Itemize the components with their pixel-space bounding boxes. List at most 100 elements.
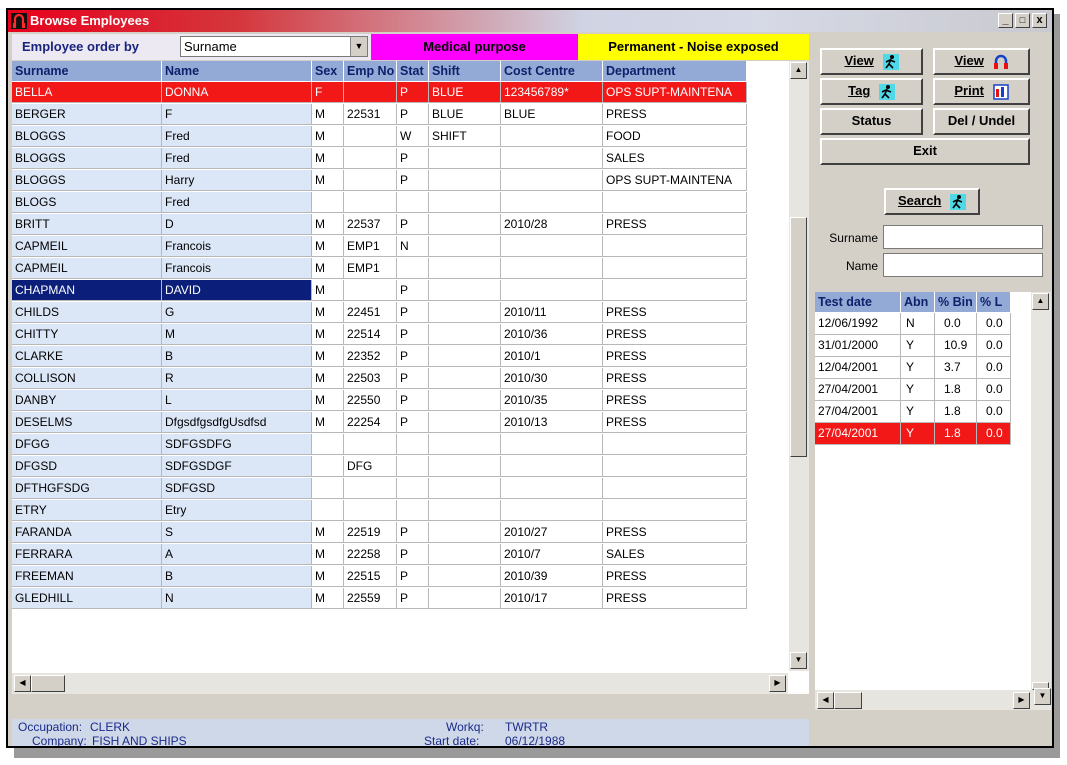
test-cell[interactable]: Y xyxy=(901,379,935,401)
table-cell[interactable] xyxy=(429,368,501,389)
table-cell[interactable]: EMP1 xyxy=(344,236,397,257)
table-cell[interactable] xyxy=(429,148,501,169)
table-cell[interactable] xyxy=(344,82,397,103)
test-cell[interactable]: Y xyxy=(901,401,935,423)
del-undel-button[interactable]: Del / Undel xyxy=(933,108,1030,135)
table-cell[interactable]: 22515 xyxy=(344,566,397,587)
table-cell[interactable] xyxy=(397,500,429,521)
test-cell[interactable]: 12/04/2001 xyxy=(815,357,901,379)
table-cell[interactable]: M xyxy=(312,170,344,191)
table-row[interactable]: GLEDHILL N M 22559 P 2010/17 PRESS xyxy=(12,588,788,609)
test-cell[interactable]: 0.0 xyxy=(977,313,1011,335)
table-cell[interactable]: M xyxy=(312,390,344,411)
table-cell[interactable]: P xyxy=(397,104,429,125)
table-cell[interactable]: CHAPMAN xyxy=(12,280,162,301)
column-header[interactable]: Name xyxy=(162,61,312,81)
test-cell[interactable]: 0.0 xyxy=(977,401,1011,423)
exit-button[interactable]: Exit xyxy=(820,138,1030,165)
view-tests-button[interactable]: View xyxy=(820,48,923,75)
table-cell[interactable]: PRESS xyxy=(603,566,747,587)
table-cell[interactable]: CLARKE xyxy=(12,346,162,367)
table-cell[interactable]: P xyxy=(397,346,429,367)
table-cell[interactable]: DfgsdfgsdfgUsdfsd xyxy=(162,412,312,433)
table-cell[interactable]: PRESS xyxy=(603,522,747,543)
table-cell[interactable]: 2010/1 xyxy=(501,346,603,367)
table-cell[interactable] xyxy=(344,148,397,169)
table-cell[interactable]: 123456789* xyxy=(501,82,603,103)
table-cell[interactable]: M xyxy=(312,126,344,147)
table-cell[interactable]: M xyxy=(312,148,344,169)
table-cell[interactable]: BLUE xyxy=(501,104,603,125)
table-cell[interactable]: SDFGSDFG xyxy=(162,434,312,455)
table-cell[interactable] xyxy=(397,478,429,499)
table-cell[interactable] xyxy=(429,544,501,565)
scroll-up-button[interactable]: ▲ xyxy=(790,62,807,79)
table-cell[interactable] xyxy=(501,500,603,521)
tests-scroll-right-button[interactable]: ▶ xyxy=(1013,692,1030,709)
table-cell[interactable]: M xyxy=(312,588,344,609)
table-cell[interactable] xyxy=(429,236,501,257)
table-row[interactable]: DESELMS DfgsdfgsdfgUsdfsd M 22254 P 2010/13 PR… xyxy=(12,412,788,433)
table-cell[interactable]: CAPMEIL xyxy=(12,236,162,257)
table-row[interactable]: ETRY Etry xyxy=(12,500,788,521)
test-cell[interactable]: 27/04/2001 xyxy=(815,401,901,423)
column-header[interactable]: Emp No xyxy=(344,61,397,81)
table-cell[interactable] xyxy=(429,588,501,609)
table-cell[interactable]: F xyxy=(312,82,344,103)
table-cell[interactable]: 22254 xyxy=(344,412,397,433)
table-cell[interactable]: D xyxy=(162,214,312,235)
table-cell[interactable]: R xyxy=(162,368,312,389)
table-cell[interactable]: BERGER xyxy=(12,104,162,125)
table-cell[interactable] xyxy=(312,500,344,521)
scroll-right-button[interactable]: ▶ xyxy=(769,675,786,692)
table-row[interactable]: BELLA DONNA F P BLUE 123456789* OPS SUPT-MAINT… xyxy=(12,82,788,103)
test-row[interactable]: 31/01/2000 Y 10.9 0.0 xyxy=(815,335,1011,357)
table-cell[interactable] xyxy=(397,456,429,477)
table-cell[interactable] xyxy=(501,236,603,257)
table-cell[interactable]: 22559 xyxy=(344,588,397,609)
table-cell[interactable] xyxy=(429,324,501,345)
test-cell[interactable]: 27/04/2001 xyxy=(815,423,901,445)
table-cell[interactable] xyxy=(312,478,344,499)
table-cell[interactable]: SDFGSDGF xyxy=(162,456,312,477)
table-cell[interactable]: Fred xyxy=(162,148,312,169)
table-cell[interactable] xyxy=(429,280,501,301)
chevron-down-icon[interactable]: ▼ xyxy=(350,37,367,56)
table-cell[interactable]: F xyxy=(162,104,312,125)
table-row[interactable]: BLOGGS Harry M P OPS SUPT-MAINTENA xyxy=(12,170,788,191)
table-cell[interactable] xyxy=(501,148,603,169)
table-cell[interactable]: DANBY xyxy=(12,390,162,411)
minimize-button[interactable]: _ xyxy=(998,13,1013,28)
table-cell[interactable]: COLLISON xyxy=(12,368,162,389)
table-cell[interactable]: PRESS xyxy=(603,324,747,345)
test-cell[interactable]: 3.7 xyxy=(935,357,977,379)
table-row[interactable]: DFGG SDFGSDFG xyxy=(12,434,788,455)
table-row[interactable]: CAPMEIL Francois M EMP1 N xyxy=(12,236,788,257)
column-header[interactable]: Surname xyxy=(12,61,162,81)
surname-search-input[interactable] xyxy=(883,225,1043,249)
table-cell[interactable] xyxy=(501,478,603,499)
test-row[interactable]: 12/04/2001 Y 3.7 0.0 xyxy=(815,357,1011,379)
tag-button[interactable]: Tag xyxy=(820,78,923,105)
table-cell[interactable] xyxy=(429,500,501,521)
table-cell[interactable]: P xyxy=(397,280,429,301)
table-cell[interactable] xyxy=(429,390,501,411)
table-cell[interactable]: P xyxy=(397,566,429,587)
table-cell[interactable]: DAVID xyxy=(162,280,312,301)
table-cell[interactable]: G xyxy=(162,302,312,323)
test-cell[interactable]: 27/04/2001 xyxy=(815,379,901,401)
table-cell[interactable]: P xyxy=(397,214,429,235)
table-cell[interactable]: P xyxy=(397,148,429,169)
tests-scroll-up-button[interactable]: ▲ xyxy=(1032,293,1049,310)
table-cell[interactable]: BLUE xyxy=(429,82,501,103)
search-button[interactable]: Search xyxy=(884,188,980,215)
table-cell[interactable]: PRESS xyxy=(603,104,747,125)
table-cell[interactable]: 22514 xyxy=(344,324,397,345)
table-cell[interactable] xyxy=(312,434,344,455)
column-header[interactable]: Department xyxy=(603,61,747,81)
table-cell[interactable]: PRESS xyxy=(603,412,747,433)
table-cell[interactable] xyxy=(501,434,603,455)
table-cell[interactable] xyxy=(429,434,501,455)
table-cell[interactable]: 22352 xyxy=(344,346,397,367)
test-cell[interactable]: 10.9 xyxy=(935,335,977,357)
